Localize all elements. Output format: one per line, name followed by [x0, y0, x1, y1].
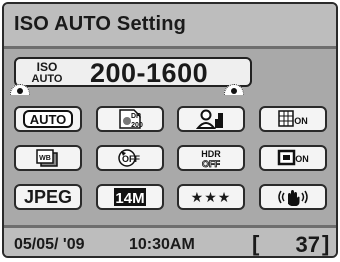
dynamic-range-button[interactable]: DR 200 — [96, 106, 164, 132]
shots-bracket-open: [ — [252, 231, 260, 256]
shots-remaining: 37 — [295, 232, 320, 257]
svg-text:ON: ON — [294, 116, 308, 126]
svg-text:OFF: OFF — [202, 159, 220, 169]
iso-label: ISO — [36, 60, 58, 74]
title-bar: ISO AUTO Setting — [4, 4, 336, 46]
face-detection-icon — [195, 109, 223, 129]
face-detection-button[interactable] — [177, 106, 245, 132]
settings-panel: ISO AUTO 200-1600 AUTO DR 200 ON WB OFF … — [4, 49, 336, 225]
svg-text:14M: 14M — [115, 190, 144, 207]
rear-dial-icon — [224, 84, 246, 95]
quality-stars-icon: ★★★ — [190, 188, 232, 205]
front-dial-icon — [10, 84, 32, 95]
white-balance-button[interactable]: WB — [14, 145, 82, 171]
white-balance-icon: WB — [36, 149, 58, 167]
flash-off-icon: OFF — [118, 149, 140, 167]
svg-text:WB: WB — [39, 155, 51, 162]
iso-auto-range-field[interactable]: ISO AUTO 200-1600 — [14, 57, 252, 88]
grid-display-button[interactable]: ON — [259, 106, 327, 132]
flash-button[interactable]: OFF — [96, 145, 164, 171]
shake-reduction-icon — [278, 190, 308, 206]
hdr-icon: HDR OFF — [201, 149, 221, 169]
time-display: 10:30AM — [129, 236, 195, 253]
quality-button[interactable]: ★★★ — [177, 184, 245, 210]
file-format-label: JPEG — [23, 186, 73, 207]
iso-range-value: 200-1600 — [90, 58, 209, 88]
auto-picture-mode-button[interactable]: AUTO — [14, 106, 82, 132]
svg-text:200: 200 — [131, 122, 143, 129]
image-size-button[interactable]: 14M — [96, 184, 164, 210]
dynamic-range-icon: DR 200 — [119, 109, 143, 129]
image-size-icon: 14M — [114, 188, 146, 207]
file-format-button[interactable]: JPEG — [14, 184, 82, 210]
grid-display-icon: ON — [278, 110, 308, 127]
lens-correction-icon: ON — [277, 149, 309, 166]
iso-auto-label: ISO AUTO — [24, 60, 70, 86]
shots-bracket-close: ] — [322, 231, 330, 256]
lens-correction-button[interactable]: ON — [259, 145, 327, 171]
auto-mode-label: AUTO — [30, 112, 67, 127]
hdr-button[interactable]: HDR OFF — [177, 145, 245, 171]
svg-text:DR: DR — [131, 113, 141, 120]
shake-reduction-button[interactable] — [259, 184, 327, 210]
camera-menu-screen: ISO AUTO Setting ISO AUTO 200-1600 AUTO — [2, 2, 338, 258]
svg-text:ON: ON — [295, 154, 309, 164]
status-bar: 05/05/ '09 10:30AM [ 37 ] — [4, 228, 336, 257]
page-title: ISO AUTO Setting — [14, 13, 187, 35]
auto-mode-icon: AUTO — [23, 110, 73, 128]
svg-text:OFF: OFF — [122, 154, 140, 164]
date-display: 05/05/ '09 — [14, 236, 85, 253]
svg-text:HDR: HDR — [201, 149, 221, 159]
